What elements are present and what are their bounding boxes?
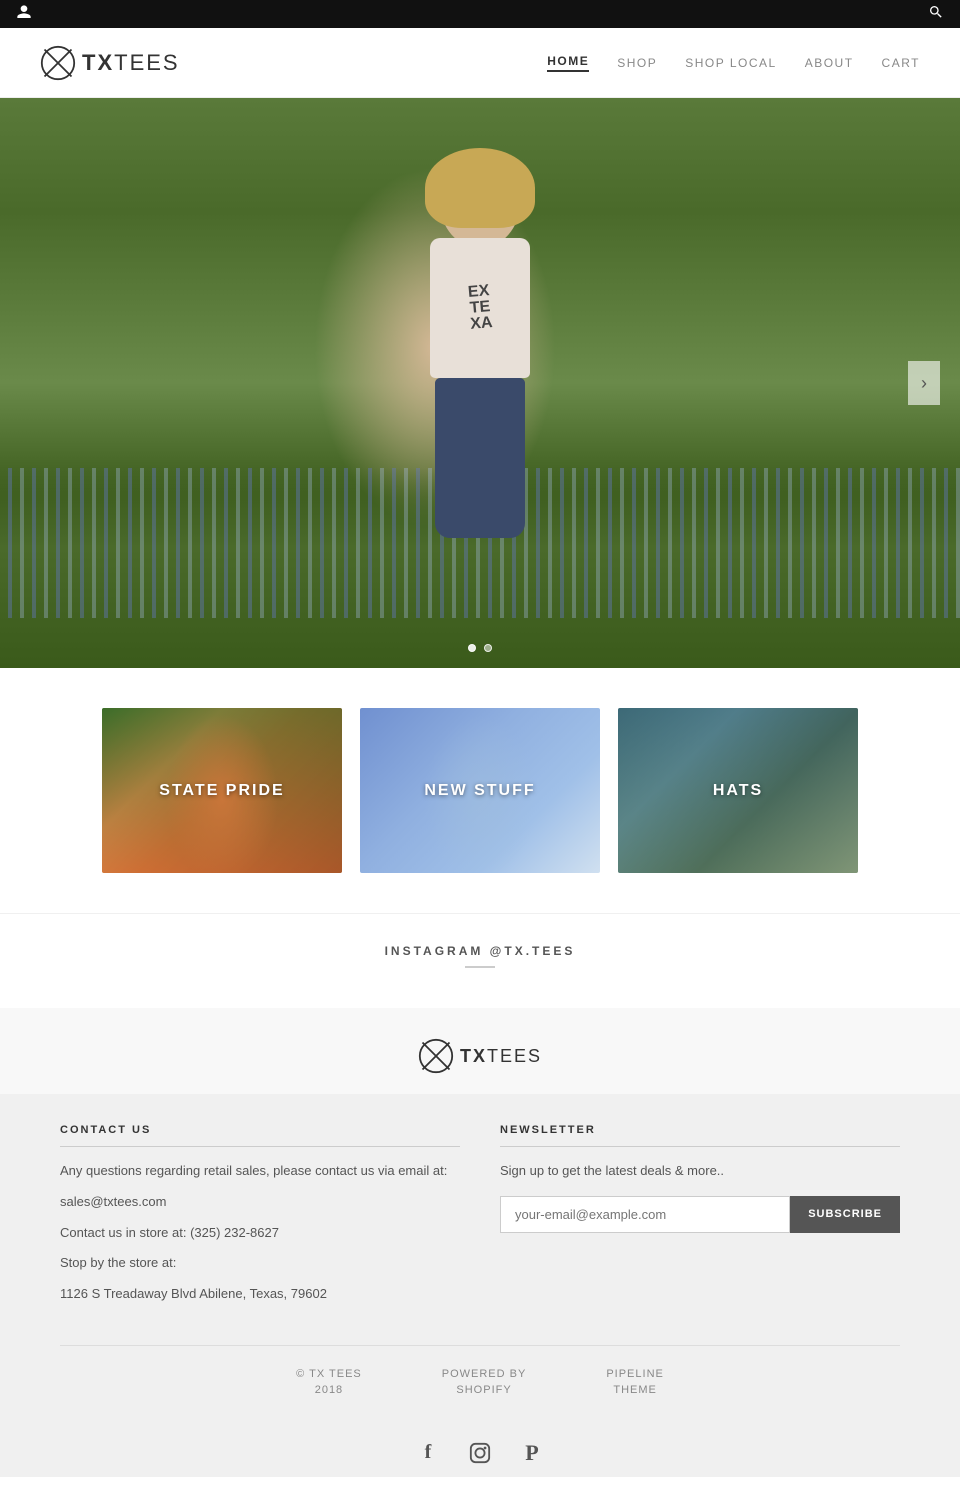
category-card-state-pride[interactable]: STATE PRIDE xyxy=(102,708,342,873)
search-icon[interactable] xyxy=(928,4,944,25)
logo-icon xyxy=(40,45,76,81)
category-label-new-stuff: NEW STUFF xyxy=(424,782,535,800)
footer-logo[interactable]: TXTEES xyxy=(0,1038,960,1074)
newsletter-input[interactable] xyxy=(500,1196,790,1233)
category-label-state-pride: STATE PRIDE xyxy=(159,782,284,800)
contact-phone: Contact us in store at: (325) 232-8627 xyxy=(60,1223,460,1244)
social-icons: f P xyxy=(0,1419,960,1477)
instagram-section: INSTAGRAM @TX.TEES xyxy=(0,913,960,1008)
newsletter-form: SUBSCRIBE xyxy=(500,1196,900,1233)
hero-dot-2[interactable] xyxy=(484,644,492,652)
contact-visit: Stop by the store at: xyxy=(60,1253,460,1274)
footer-logo-text: TXTEES xyxy=(460,1046,542,1067)
user-icon[interactable] xyxy=(16,4,32,25)
instagram-title: INSTAGRAM @TX.TEES xyxy=(0,944,960,958)
site-header: TXTEES HOME SHOP SHOP LOCAL ABOUT CART xyxy=(0,28,960,98)
logo-text: TXTEES xyxy=(82,50,180,76)
footer-bottom: © TX TEES 2018 POWERED BY SHOPIFY PIPELI… xyxy=(60,1345,900,1399)
nav-about[interactable]: ABOUT xyxy=(805,56,854,70)
main-nav: HOME SHOP SHOP LOCAL ABOUT CART xyxy=(547,54,920,72)
category-label-hats: HATS xyxy=(713,782,763,800)
nav-home[interactable]: HOME xyxy=(547,54,589,72)
contact-divider xyxy=(60,1146,460,1147)
footer-newsletter-col: NEWSLETTER Sign up to get the latest dea… xyxy=(500,1124,900,1315)
nav-shop-local[interactable]: SHOP LOCAL xyxy=(685,56,776,70)
category-card-hats[interactable]: HATS xyxy=(618,708,858,873)
newsletter-description: Sign up to get the latest deals & more.. xyxy=(500,1161,900,1182)
footer-logo-icon xyxy=(418,1038,454,1074)
hero-dot-1[interactable] xyxy=(468,644,476,652)
nav-cart[interactable]: CART xyxy=(882,56,920,70)
footer-copyright: © TX TEES 2018 xyxy=(296,1366,362,1399)
footer-powered-by: POWERED BY SHOPIFY xyxy=(442,1366,527,1399)
hero-slider: EXTEXA › xyxy=(0,98,960,668)
top-bar xyxy=(0,0,960,28)
contact-email[interactable]: sales@txtees.com xyxy=(60,1192,460,1213)
footer-theme: PIPELINE THEME xyxy=(606,1366,664,1399)
contact-intro: Any questions regarding retail sales, pl… xyxy=(60,1161,460,1182)
contact-heading: CONTACT US xyxy=(60,1124,460,1136)
newsletter-heading: NEWSLETTER xyxy=(500,1124,900,1136)
footer-logo-area: TXTEES xyxy=(0,1008,960,1094)
instagram-divider xyxy=(465,966,495,968)
footer-grid: CONTACT US Any questions regarding retai… xyxy=(60,1124,900,1345)
instagram-icon[interactable] xyxy=(466,1439,494,1467)
pinterest-icon[interactable]: P xyxy=(518,1439,546,1467)
hero-person: EXTEXA xyxy=(370,158,590,638)
facebook-icon[interactable]: f xyxy=(414,1439,442,1467)
contact-address: 1126 S Treadaway Blvd Abilene, Texas, 79… xyxy=(60,1284,460,1305)
nav-shop[interactable]: SHOP xyxy=(617,56,657,70)
hero-next-button[interactable]: › xyxy=(908,361,940,405)
category-card-new-stuff[interactable]: NEW STUFF xyxy=(360,708,600,873)
logo[interactable]: TXTEES xyxy=(40,45,180,81)
footer-contact-col: CONTACT US Any questions regarding retai… xyxy=(60,1124,460,1315)
hero-dots xyxy=(468,644,492,652)
newsletter-divider xyxy=(500,1146,900,1147)
category-section: STATE PRIDE NEW STUFF HATS xyxy=(0,668,960,913)
subscribe-button[interactable]: SUBSCRIBE xyxy=(790,1196,900,1233)
site-footer: CONTACT US Any questions regarding retai… xyxy=(0,1094,960,1419)
